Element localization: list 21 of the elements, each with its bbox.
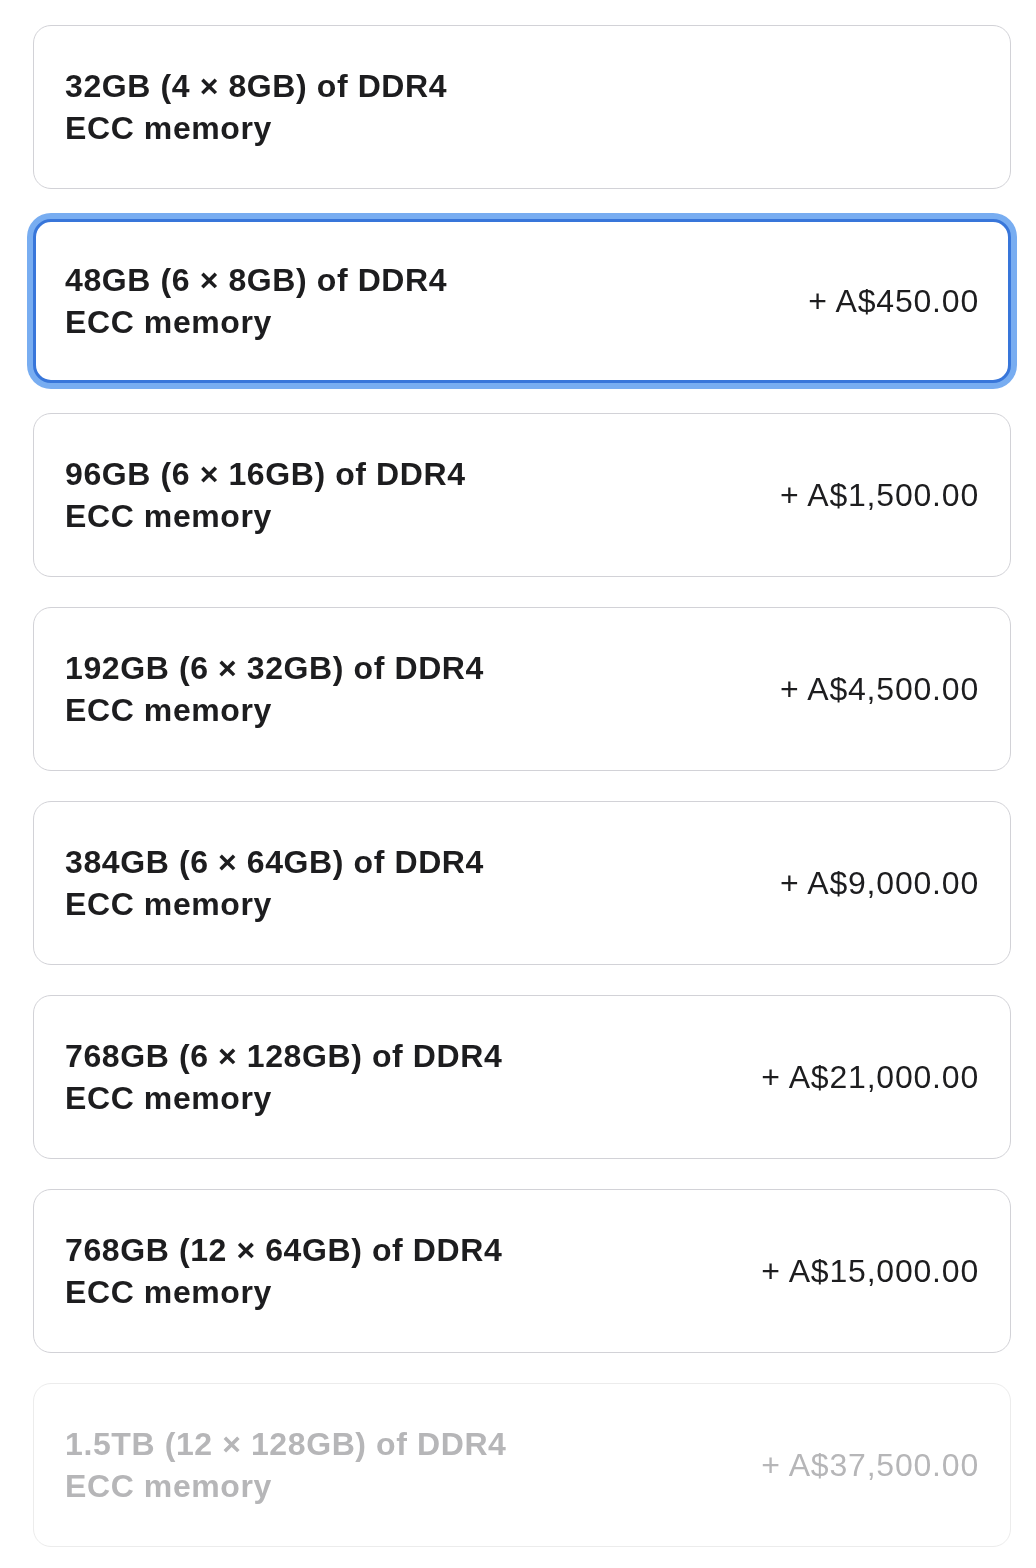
- memory-description: 384GB (6 × 64GB) of DDR4 ECC memory: [65, 843, 484, 924]
- price-text: + A$9,000.00: [779, 864, 979, 903]
- price-text: + A$37,500.00: [761, 1446, 979, 1485]
- memory-option[interactable]: 768GB (6 × 128GB) of DDR4 ECC memory + A$21,000.00: [33, 995, 1011, 1159]
- memory-description: 96GB (6 × 16GB) of DDR4 ECC memory: [65, 455, 466, 536]
- price-text: + A$450.00: [808, 282, 979, 321]
- memory-option[interactable]: 192GB (6 × 32GB) of DDR4 ECC memory + A$4,500.00: [33, 607, 1011, 771]
- memory-description: 32GB (4 × 8GB) of DDR4 ECC memory: [65, 67, 448, 148]
- price-text: + A$1,500.00: [779, 476, 979, 515]
- memory-description: 1.5TB (12 × 128GB) of DDR4 ECC memory: [65, 1425, 507, 1506]
- memory-option[interactable]: 768GB (12 × 64GB) of DDR4 ECC memory + A$15,000.00: [33, 1189, 1011, 1353]
- memory-description: 192GB (6 × 32GB) of DDR4 ECC memory: [65, 649, 484, 730]
- memory-description: 48GB (6 × 8GB) of DDR4 ECC memory: [65, 261, 448, 342]
- memory-option[interactable]: 384GB (6 × 64GB) of DDR4 ECC memory + A$9,000.00: [33, 801, 1011, 965]
- memory-description: 768GB (6 × 128GB) of DDR4 ECC memory: [65, 1037, 503, 1118]
- price-text: + A$15,000.00: [761, 1252, 979, 1291]
- price-text: + A$4,500.00: [779, 670, 979, 709]
- memory-option[interactable]: 32GB (4 × 8GB) of DDR4 ECC memory: [33, 25, 1011, 189]
- price-text: + A$21,000.00: [761, 1058, 979, 1097]
- memory-description: 768GB (12 × 64GB) of DDR4 ECC memory: [65, 1231, 503, 1312]
- memory-option[interactable]: 96GB (6 × 16GB) of DDR4 ECC memory + A$1,500.00: [33, 413, 1011, 577]
